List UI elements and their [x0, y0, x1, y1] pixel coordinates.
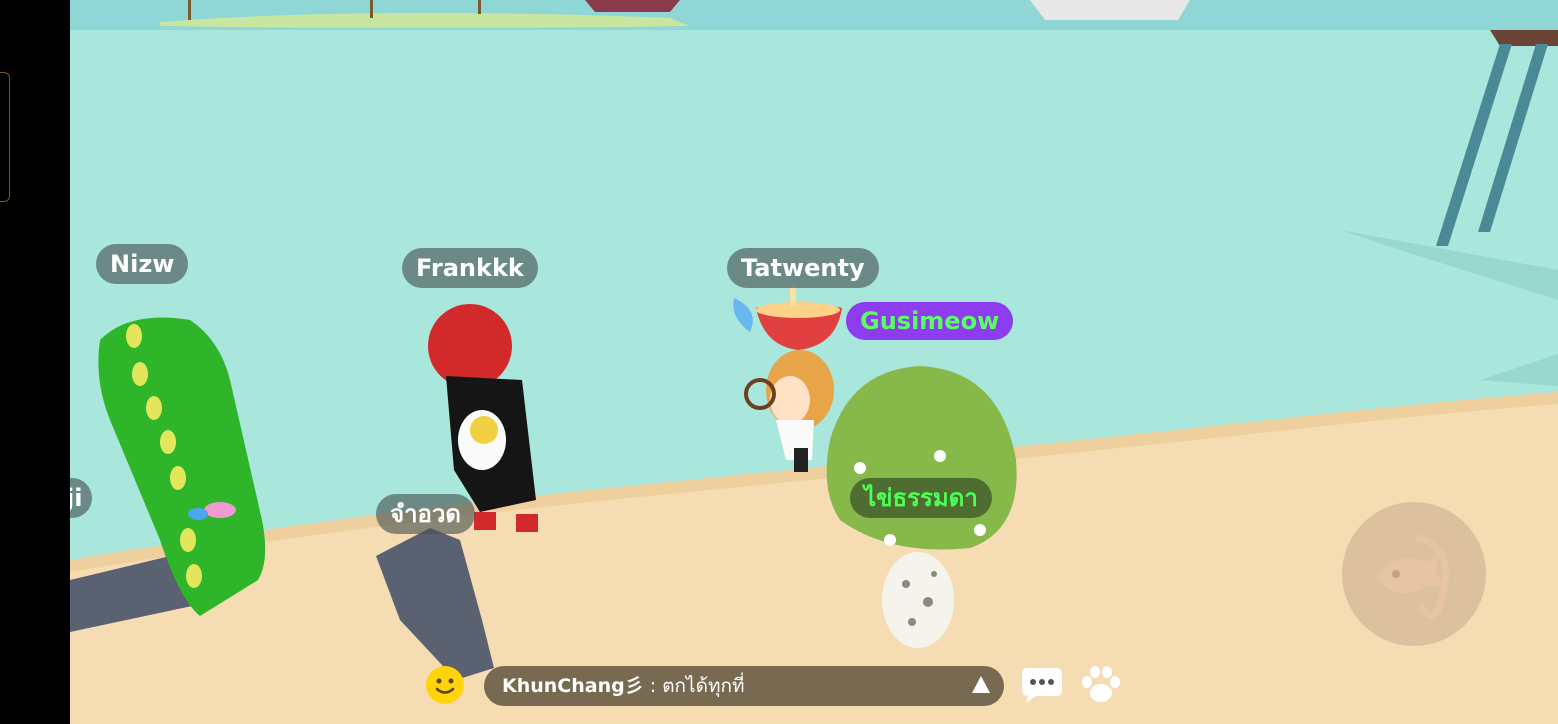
chat-text: KhunChang彡 : ตกได้ทุกที่ [502, 666, 745, 706]
scene-background [70, 0, 1558, 724]
player-name-gusimeow[interactable]: Gusimeow [846, 302, 1014, 340]
pet-button[interactable] [1078, 664, 1124, 706]
paw-icon [1082, 666, 1120, 702]
edge-notch [0, 72, 10, 202]
player-name-tatwenty[interactable]: Tatwenty [727, 248, 879, 288]
left-black-bar [0, 0, 70, 724]
player-name-frankkk[interactable]: Frankkk [402, 248, 538, 288]
smiley-icon [435, 678, 455, 694]
emoji-button[interactable] [426, 666, 464, 704]
chat-separator: : [643, 675, 663, 697]
triangle-up-icon[interactable] [972, 676, 990, 693]
fishing-button[interactable] [1342, 502, 1486, 646]
speech-bubble-icon [1022, 668, 1062, 703]
fishing-rod-icon [1376, 534, 1449, 619]
player-name-kaitammada[interactable]: ไข่ธรรมดา [850, 478, 992, 518]
chat-button[interactable] [1018, 666, 1066, 704]
chat-message: ตกได้ทุกที่ [662, 675, 745, 697]
player-name-nizw[interactable]: Nizw [96, 244, 189, 284]
chat-sender: KhunChang彡 [502, 675, 644, 697]
game-scene[interactable]: Nizw Frankkk Tatwenty Gusimeow จำอวด ไข่… [70, 0, 1558, 724]
chat-message-bar[interactable]: KhunChang彡 : ตกได้ทุกที่ [484, 666, 1004, 706]
player-name-jamuad[interactable]: จำอวด [376, 494, 476, 534]
